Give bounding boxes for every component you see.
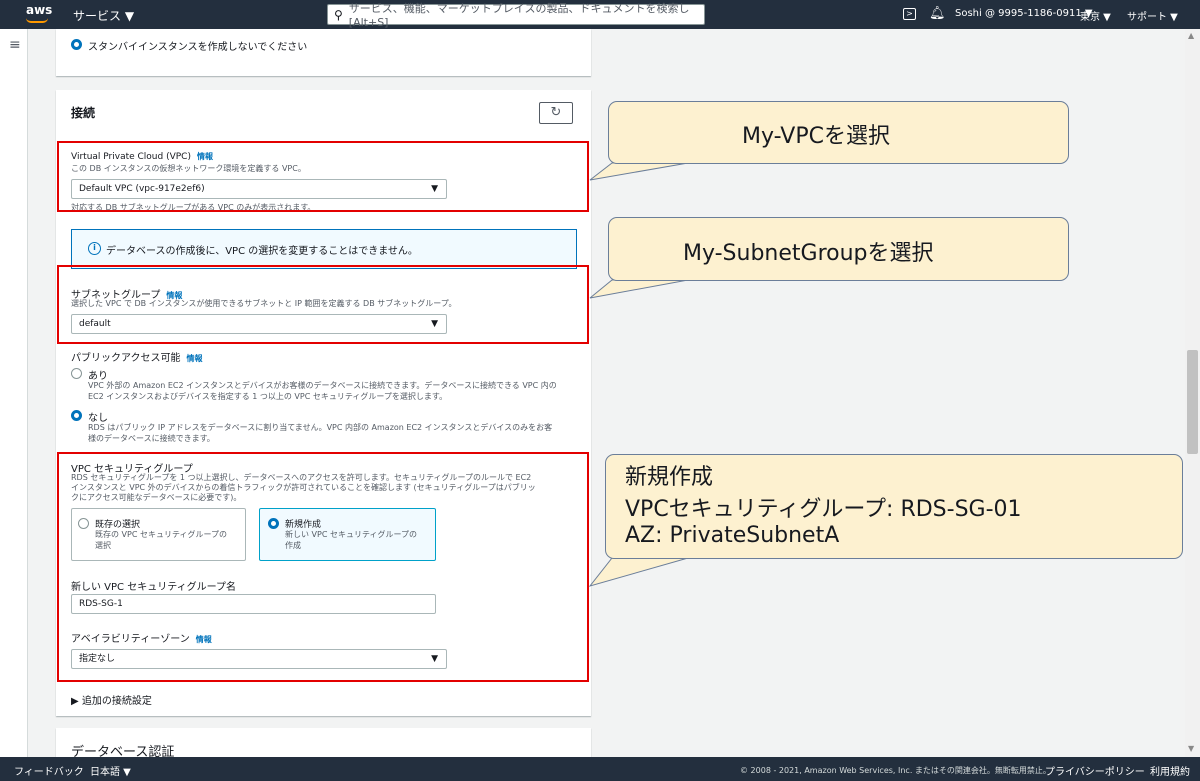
subnet-callout-text: My-SubnetGroupを選択 bbox=[683, 241, 934, 266]
public-yes-desc: VPC 外部の Amazon EC2 インスタンスとデバイスがお客様のデータベー… bbox=[88, 381, 557, 390]
vpc-callout-text: My-VPCを選択 bbox=[742, 124, 890, 149]
feedback-link[interactable]: フィードバック bbox=[14, 763, 84, 778]
sg-callout-line2: VPCセキュリティグループ: RDS-SG-01 bbox=[625, 497, 1022, 522]
cloudshell-icon[interactable]: > bbox=[903, 8, 916, 20]
top-nav: aws サービス ▼ ⚲ サービス、機能、マーケットプレイスの製品、ドキュメント… bbox=[0, 0, 1200, 29]
sg-callout: 新規作成 VPCセキュリティグループ: RDS-SG-01 AZ: Privat… bbox=[605, 454, 1183, 559]
standby-option-label: スタンバイインスタンスを作成しないでください bbox=[88, 42, 308, 53]
sg-callout-line1: 新規作成 bbox=[625, 465, 714, 490]
additional-settings-toggle[interactable]: ▶ 追加の接続設定 bbox=[71, 692, 152, 707]
terms-link[interactable]: 利用規約 bbox=[1150, 763, 1190, 778]
privacy-link[interactable]: プライバシーポリシー bbox=[1045, 763, 1145, 778]
public-no-radio[interactable] bbox=[71, 410, 82, 421]
search-input[interactable]: ⚲ サービス、機能、マーケットプレイスの製品、ドキュメントを検索し [Alt+S… bbox=[327, 2, 705, 29]
refresh-button[interactable]: ↻ bbox=[539, 102, 573, 124]
footer: フィードバック 日本語 ▼ © 2008 - 2021, Amazon Web … bbox=[0, 757, 1200, 781]
copyright-text: © 2008 - 2021, Amazon Web Services, Inc.… bbox=[740, 766, 1051, 775]
scroll-thumb[interactable] bbox=[1187, 350, 1198, 454]
region-menu[interactable]: 東京 ▼ bbox=[1080, 8, 1111, 23]
public-info-link[interactable]: 情報 bbox=[187, 354, 203, 363]
caret-right-icon: ▶ bbox=[71, 696, 82, 707]
public-no-desc: RDS はパブリック IP アドレスをデータベースに割り当てません。VPC 内部… bbox=[88, 423, 553, 432]
vpc-callout: My-VPCを選択 bbox=[608, 101, 1069, 164]
scroll-up-icon[interactable]: ▲ bbox=[1188, 31, 1194, 40]
vpc-alert-text: データベースの作成後に、VPC の選択を変更することはできません。 bbox=[106, 246, 418, 257]
language-menu[interactable]: 日本語 ▼ bbox=[90, 763, 131, 778]
search-icon: ⚲ bbox=[334, 7, 343, 22]
vpc-alert: i データベースの作成後に、VPC の選択を変更することはできません。 bbox=[71, 229, 577, 269]
subnet-callout: My-SubnetGroupを選択 bbox=[608, 217, 1069, 281]
public-yes-desc: EC2 インスタンスおよびデバイスを指定する 1 つ以上の VPC セキュリティ… bbox=[88, 392, 448, 401]
standby-radio[interactable] bbox=[71, 39, 82, 50]
public-access-label: パブリックアクセス可能 情報 bbox=[71, 353, 203, 364]
side-rail: ≡ bbox=[0, 29, 28, 757]
account-menu[interactable]: Soshi @ 9995-1186-0911 ▼ bbox=[955, 8, 1093, 19]
menu-icon[interactable]: ≡ bbox=[9, 37, 21, 53]
vpc-highlight-box bbox=[57, 141, 589, 212]
support-menu[interactable]: サポート ▼ bbox=[1127, 8, 1178, 23]
refresh-icon: ↻ bbox=[550, 105, 562, 120]
scroll-down-icon[interactable]: ▼ bbox=[1188, 744, 1194, 753]
sg-callout-line3: AZ: PrivateSubnetA bbox=[625, 523, 840, 548]
aws-logo-text: aws bbox=[26, 3, 53, 17]
info-icon: i bbox=[88, 242, 101, 255]
bell-icon[interactable]: 🔔︎ bbox=[929, 6, 946, 21]
public-no-desc: 様のデータベースに接続できます。 bbox=[88, 434, 215, 443]
subnet-highlight-box bbox=[57, 265, 589, 344]
services-menu[interactable]: サービス ▼ bbox=[73, 7, 134, 24]
search-placeholder: サービス、機能、マーケットプレイスの製品、ドキュメントを検索し [Alt+S] bbox=[348, 2, 701, 29]
connection-title: 接続 bbox=[71, 106, 96, 120]
sg-highlight-box bbox=[57, 452, 589, 682]
public-yes-radio[interactable] bbox=[71, 368, 82, 379]
aws-logo[interactable]: aws bbox=[26, 3, 52, 25]
